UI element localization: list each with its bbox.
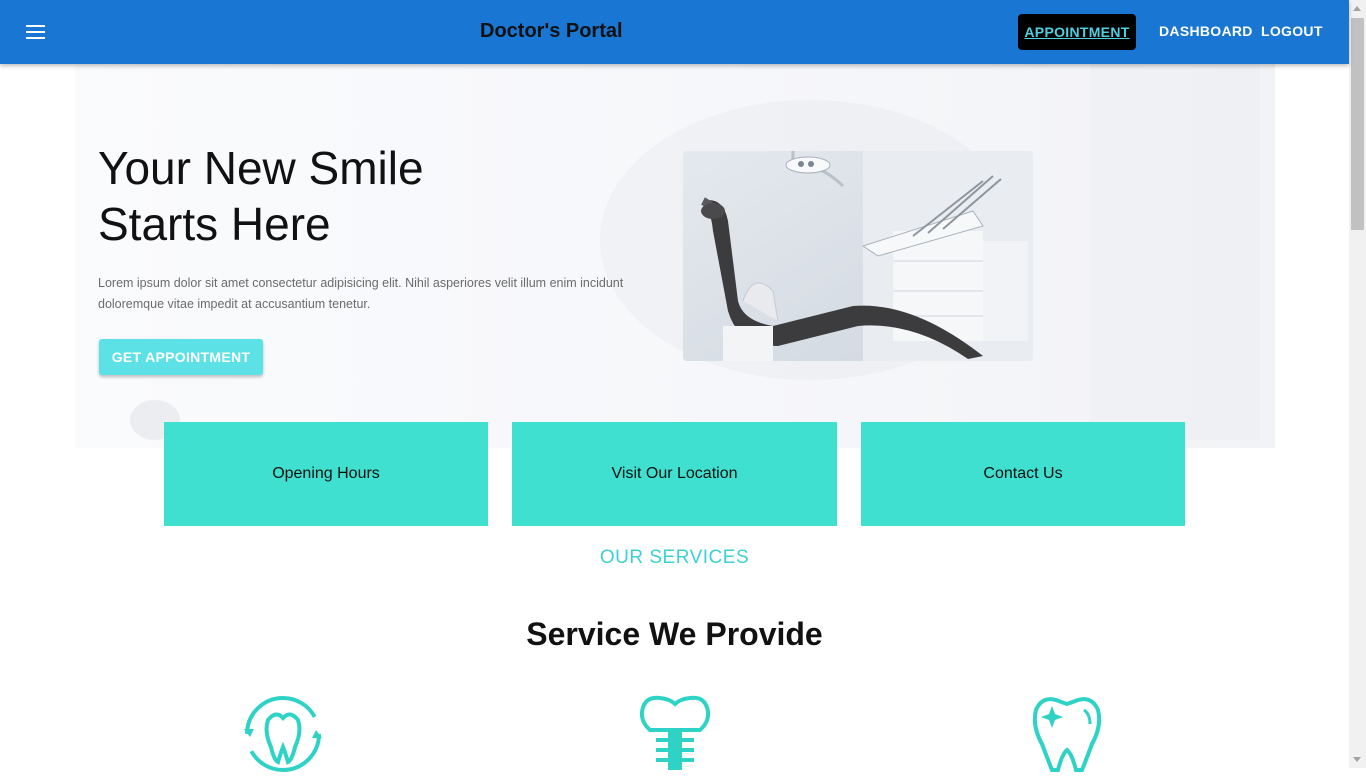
- nav-dashboard-button[interactable]: DASHBOARD: [1159, 23, 1253, 39]
- app-bar: Doctor's Portal APPOINTMENT DASHBOARD LO…: [0, 0, 1349, 64]
- tooth-cycle-icon: [238, 692, 328, 772]
- contact-us-card[interactable]: Contact Us: [861, 422, 1185, 526]
- card-label: Visit Our Location: [611, 465, 738, 482]
- card-label: Opening Hours: [272, 465, 380, 482]
- opening-hours-card[interactable]: Opening Hours: [164, 422, 488, 526]
- hero-title-line: Starts Here: [98, 198, 331, 250]
- nav-appointment-button[interactable]: APPOINTMENT: [1018, 14, 1136, 50]
- services-eyebrow: OUR SERVICES: [599, 547, 750, 568]
- sparkle-tooth-icon: [1022, 692, 1112, 772]
- hero-title-line: Your New Smile: [98, 142, 424, 194]
- scrollbar-thumb[interactable]: [1351, 18, 1364, 230]
- scroll-up-arrow-icon[interactable]: [1353, 6, 1361, 11]
- visit-location-card[interactable]: Visit Our Location: [512, 422, 837, 526]
- get-appointment-button[interactable]: GET APPOINTMENT: [99, 339, 263, 375]
- menu-icon[interactable]: [22, 18, 50, 46]
- hero-background-shape: [1090, 60, 1260, 440]
- hero-description-line: doloremque vitae impedit at accusantium …: [98, 297, 371, 311]
- hero-description-line: Lorem ipsum dolor sit amet consectetur a…: [98, 276, 624, 290]
- card-label: Contact Us: [983, 465, 1063, 482]
- dental-chair-image: [683, 151, 1033, 361]
- services-title: Service We Provide: [526, 616, 823, 652]
- app-title: Doctor's Portal: [480, 20, 623, 42]
- dental-implant-icon: [630, 692, 720, 772]
- scroll-down-arrow-icon[interactable]: [1353, 757, 1361, 762]
- hero-description: Lorem ipsum dolor sit amet consectetur a…: [98, 273, 668, 315]
- hero-title: Your New Smile Starts Here: [98, 140, 424, 252]
- nav-logout-button[interactable]: LOGOUT: [1261, 23, 1323, 39]
